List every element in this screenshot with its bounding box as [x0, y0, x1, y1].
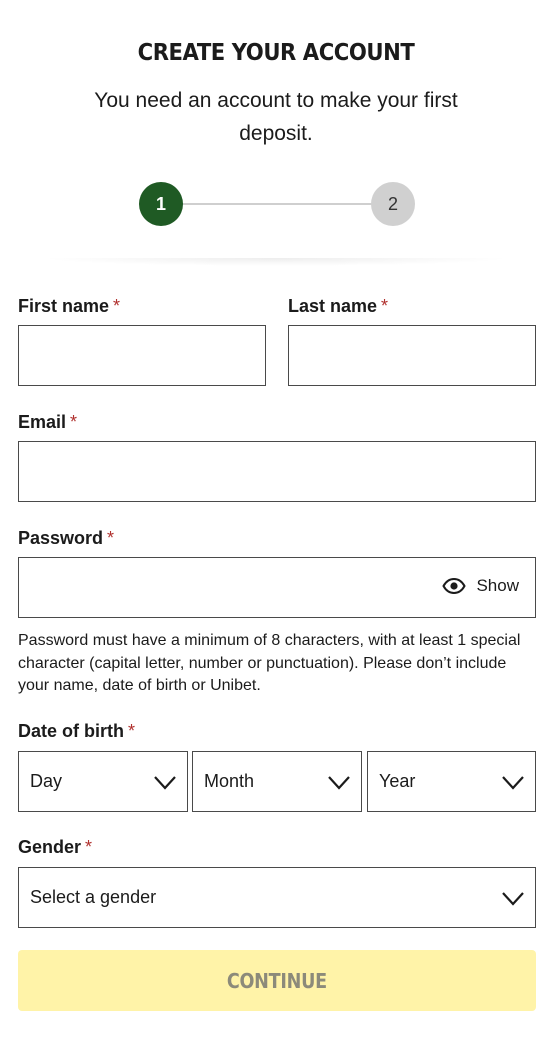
email-label: Email *: [18, 412, 77, 433]
last-name-input[interactable]: [289, 326, 535, 385]
email-label-text: Email: [18, 412, 67, 432]
required-marker: *: [107, 528, 115, 548]
password-field[interactable]: Show: [18, 557, 536, 618]
day-select[interactable]: Day: [18, 751, 188, 812]
progress-stepper: 1 2: [139, 182, 415, 226]
month-select[interactable]: Month: [192, 751, 362, 812]
required-marker: *: [113, 296, 121, 316]
gender-select-value: Select a gender: [30, 887, 157, 907]
first-name-field[interactable]: [18, 325, 266, 386]
last-name-label-text: Last name: [288, 296, 378, 316]
password-hint: Password must have a minimum of 8 charac…: [18, 632, 521, 694]
continue-button[interactable]: CONTINUE: [18, 950, 536, 1011]
step-2-indicator: 2: [371, 182, 415, 226]
show-password-toggle[interactable]: Show: [442, 576, 519, 596]
header-divider: [40, 258, 512, 266]
last-name-label: Last name *: [288, 296, 388, 317]
chevron-down-icon: [328, 775, 350, 790]
email-field[interactable]: [18, 441, 536, 502]
gender-label: Gender *: [18, 837, 92, 858]
chevron-down-icon: [502, 775, 524, 790]
gender-select[interactable]: Select a gender: [18, 867, 536, 928]
eye-icon: [442, 578, 467, 594]
gender-label-text: Gender: [18, 837, 82, 857]
required-marker: *: [85, 837, 93, 857]
step-1-indicator: 1: [139, 182, 183, 226]
chevron-down-icon: [154, 775, 176, 790]
page-subtitle: You need an account to make your first d…: [94, 89, 458, 145]
last-name-field[interactable]: [288, 325, 536, 386]
required-marker: *: [128, 721, 136, 741]
required-marker: *: [70, 412, 78, 432]
email-input[interactable]: [19, 442, 535, 501]
first-name-label: First name *: [18, 296, 120, 317]
date-of-birth-label: Date of birth *: [18, 721, 135, 742]
stepper-line: [161, 203, 393, 205]
date-of-birth-label-text: Date of birth: [18, 721, 124, 741]
year-select-value: Year: [379, 771, 416, 791]
page-title: CREATE YOUR ACCOUNT: [137, 40, 415, 66]
first-name-label-text: First name: [18, 296, 110, 316]
show-password-label: Show: [476, 576, 519, 595]
password-label: Password *: [18, 528, 114, 549]
day-select-value: Day: [30, 771, 63, 791]
chevron-down-icon: [502, 891, 524, 906]
year-select[interactable]: Year: [367, 751, 536, 812]
continue-button-label: CONTINUE: [226, 968, 328, 993]
month-select-value: Month: [204, 771, 255, 791]
first-name-input[interactable]: [19, 326, 265, 385]
required-marker: *: [381, 296, 389, 316]
password-label-text: Password: [18, 528, 104, 548]
